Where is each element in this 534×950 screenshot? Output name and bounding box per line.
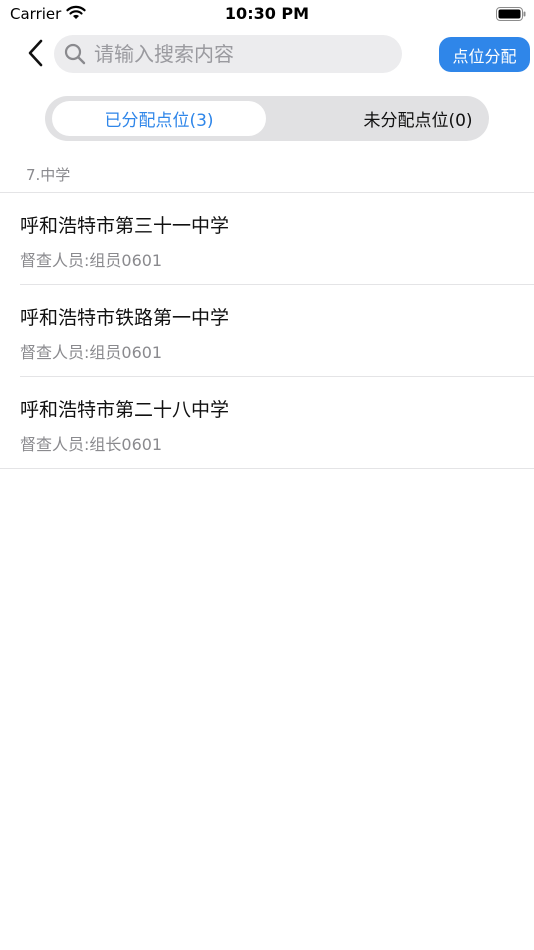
- nav-bar: 点位分配: [0, 34, 534, 74]
- battery-icon: [496, 6, 526, 21]
- search-input[interactable]: [94, 39, 394, 69]
- item-subtitle: 督查人员:组长0601: [20, 435, 163, 454]
- chevron-left-icon: [27, 39, 43, 71]
- list-item[interactable]: 呼和浩特市第三十一中学 督查人员:组员0601: [0, 193, 534, 285]
- item-subtitle: 督查人员:组员0601: [20, 343, 163, 362]
- tab-assigned-points[interactable]: 已分配点位(3): [52, 101, 266, 136]
- item-title: 呼和浩特市第三十一中学: [20, 215, 230, 237]
- tab-unassigned-points[interactable]: 未分配点位(0): [311, 101, 525, 136]
- search-icon: [64, 42, 88, 66]
- search-bar: [54, 35, 402, 73]
- assign-points-button[interactable]: 点位分配: [439, 37, 530, 72]
- item-title: 呼和浩特市第二十八中学: [20, 399, 230, 421]
- list-item[interactable]: 呼和浩特市铁路第一中学 督查人员:组员0601: [0, 285, 534, 377]
- list-item[interactable]: 呼和浩特市第二十八中学 督查人员:组长0601: [0, 377, 534, 469]
- divider: [0, 468, 534, 469]
- item-title: 呼和浩特市铁路第一中学: [20, 307, 230, 329]
- status-bar: Carrier 10:30 PM: [0, 0, 534, 28]
- status-time: 10:30 PM: [224, 4, 310, 23]
- item-subtitle: 督查人员:组员0601: [20, 251, 163, 270]
- school-list: 呼和浩特市第三十一中学 督查人员:组员0601 呼和浩特市铁路第一中学 督查人员…: [0, 192, 534, 469]
- section-header: 7.中学: [26, 166, 71, 184]
- back-button[interactable]: [22, 38, 48, 72]
- segmented-control: 已分配点位(3) 未分配点位(0): [45, 96, 489, 141]
